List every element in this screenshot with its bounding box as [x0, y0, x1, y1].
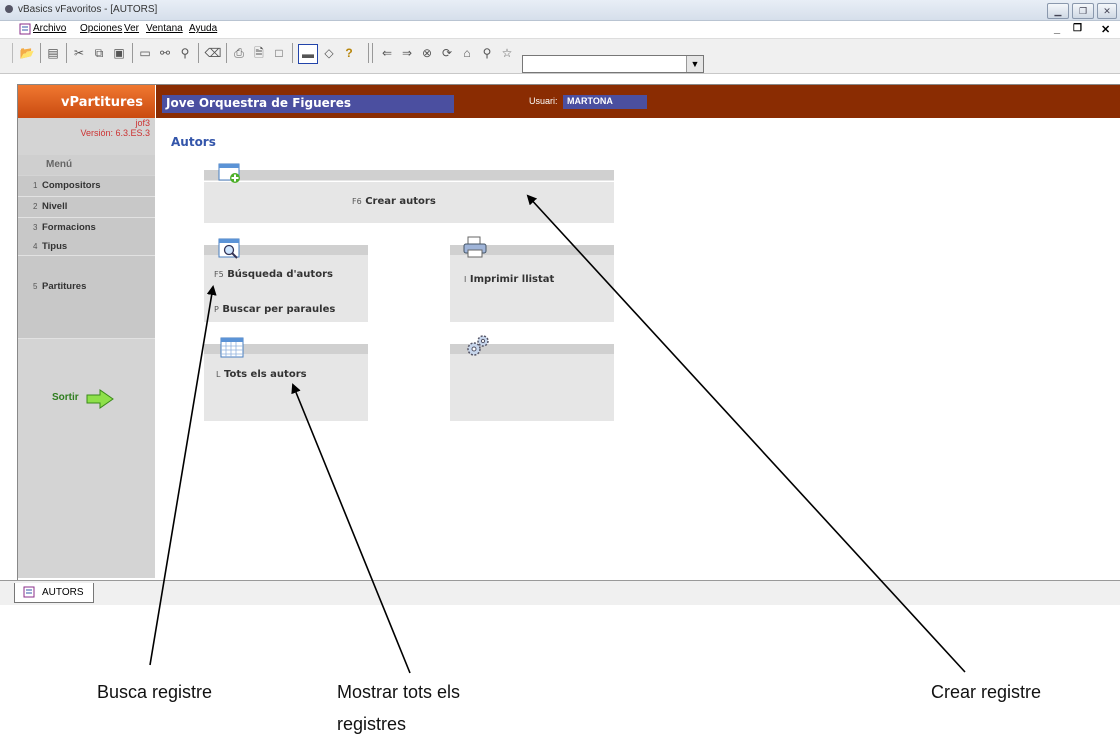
arrow-busca [149, 285, 217, 666]
annotation-busca-registre: Busca registre [97, 682, 213, 702]
arrow-crear [526, 194, 966, 673]
annotation-arrows [149, 194, 966, 674]
annotation-mostrar-line1: Mostrar tots els [337, 682, 461, 702]
annotation-mostrar-line2: registres [337, 714, 407, 734]
annotation-crear-registre: Crear registre [931, 682, 1042, 702]
arrow-mostrar [291, 383, 411, 674]
